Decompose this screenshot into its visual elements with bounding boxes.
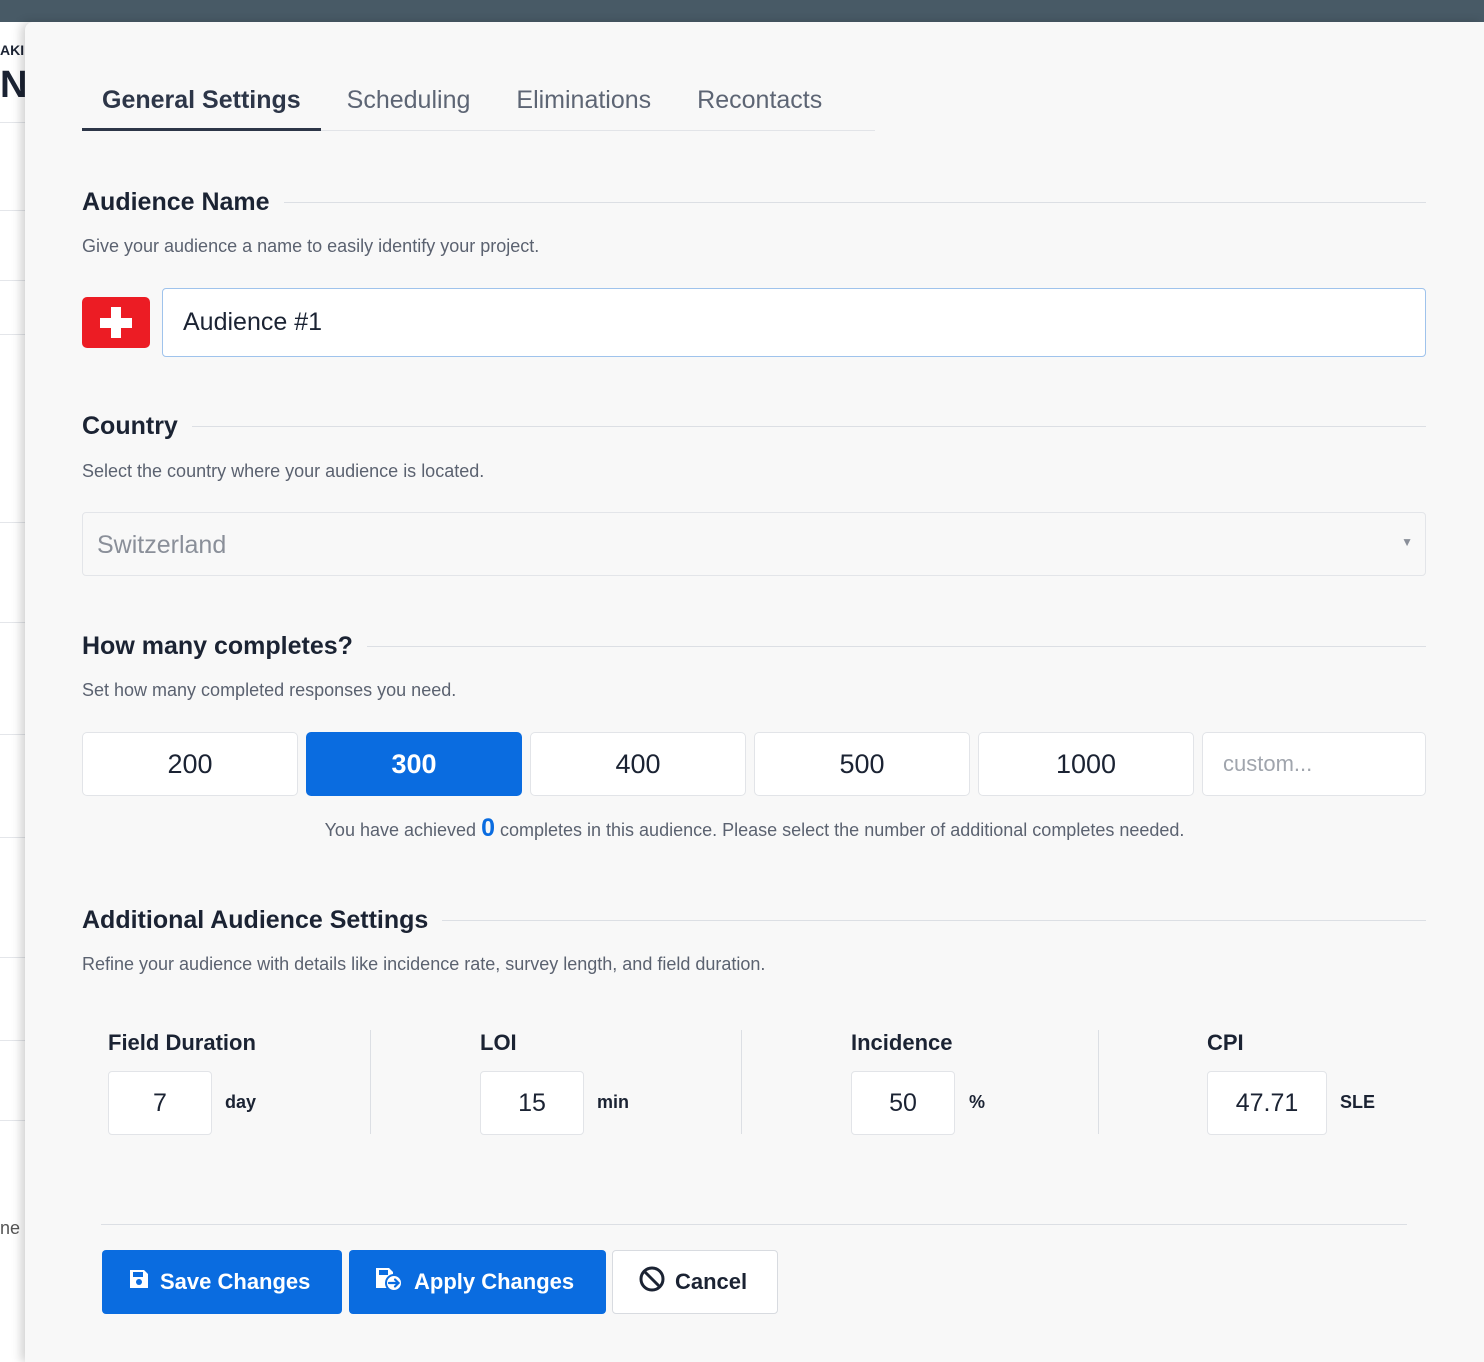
loi-setting: LOI 15 min [480,1030,740,1140]
field-duration-input[interactable]: 7 [108,1071,212,1135]
completes-option-400[interactable]: 400 [530,732,746,796]
save-arrow-icon [374,1266,404,1298]
custom-completes-input[interactable] [1202,732,1426,796]
incidence-input[interactable]: 50 [851,1071,955,1135]
country-selected-value: Switzerland [97,531,227,559]
cancel-button[interactable]: Cancel [612,1250,778,1314]
loi-unit: min [597,1092,630,1112]
tab-general-settings[interactable]: General Settings [82,78,321,131]
additional-settings-section-header: Additional Audience Settings [82,906,1426,935]
divider [366,646,1426,647]
field-duration-unit: day [225,1092,257,1112]
cpi-label: CPI [1207,1030,1244,1055]
completes-option-1000[interactable]: 1000 [978,732,1194,796]
section-description: Refine your audience with details like i… [82,954,766,974]
tab-scheduling[interactable]: Scheduling [327,78,491,131]
incidence-setting: Incidence 50 % [851,1030,1111,1140]
divider [101,1224,1407,1225]
loi-input[interactable]: 15 [480,1071,584,1135]
apply-changes-button[interactable]: Apply Changes [349,1250,606,1314]
completes-option-500[interactable]: 500 [754,732,970,796]
divider [370,1030,371,1134]
section-description: Set how many completed responses you nee… [82,680,457,700]
background-text: AKI [0,42,25,58]
ban-icon [639,1266,665,1298]
cpi-unit: SLE [1340,1092,1376,1112]
field-duration-setting: Field Duration 7 day [108,1030,368,1140]
completes-option-300[interactable]: 300 [306,732,522,796]
divider [442,920,1426,921]
achieved-count: 0 [481,814,495,842]
tab-recontacts[interactable]: Recontacts [677,78,842,131]
section-title: Country [82,412,178,440]
section-title: Audience Name [82,188,270,216]
achieved-prefix: You have achieved [324,820,477,840]
section-description: Give your audience a name to easily iden… [82,236,540,256]
swiss-flag-icon [82,297,150,348]
divider [741,1030,742,1134]
audience-name-input[interactable] [162,288,1426,357]
divider [1098,1030,1099,1134]
cpi-setting: CPI 47.71 SLE [1207,1030,1426,1140]
floppy-disk-icon [128,1268,150,1296]
divider [283,202,1426,203]
incidence-label: Incidence [851,1030,953,1055]
save-changes-label: Save Changes [160,1269,311,1294]
audience-settings-modal: General Settings Scheduling Eliminations… [25,22,1484,1362]
divider [191,426,1426,427]
additional-settings-row: Field Duration 7 day LOI 15 min Incidenc… [82,1030,1426,1140]
section-description: Select the country where your audience i… [82,461,485,481]
cpi-input[interactable]: 47.71 [1207,1071,1327,1135]
country-select[interactable]: Switzerland ▼ [82,512,1426,576]
country-section-header: Country [82,412,1426,441]
section-title: How many completes? [82,632,353,660]
field-duration-label: Field Duration [108,1030,256,1055]
achieved-message: You have achieved 0 completes in this au… [25,814,1484,843]
save-changes-button[interactable]: Save Changes [102,1250,342,1314]
incidence-unit: % [969,1092,986,1112]
cancel-label: Cancel [675,1269,748,1294]
loi-label: LOI [480,1030,517,1055]
apply-changes-label: Apply Changes [414,1269,575,1294]
section-title: Additional Audience Settings [82,906,429,934]
tab-eliminations[interactable]: Eliminations [496,78,671,131]
completes-section-header: How many completes? [82,632,1426,661]
achieved-suffix: completes in this audience. Please selec… [499,820,1185,840]
tab-bar: General Settings Scheduling Eliminations… [82,78,875,131]
audience-name-section-header: Audience Name [82,188,1426,217]
chevron-down-icon: ▼ [1401,535,1413,549]
completes-option-200[interactable]: 200 [82,732,298,796]
